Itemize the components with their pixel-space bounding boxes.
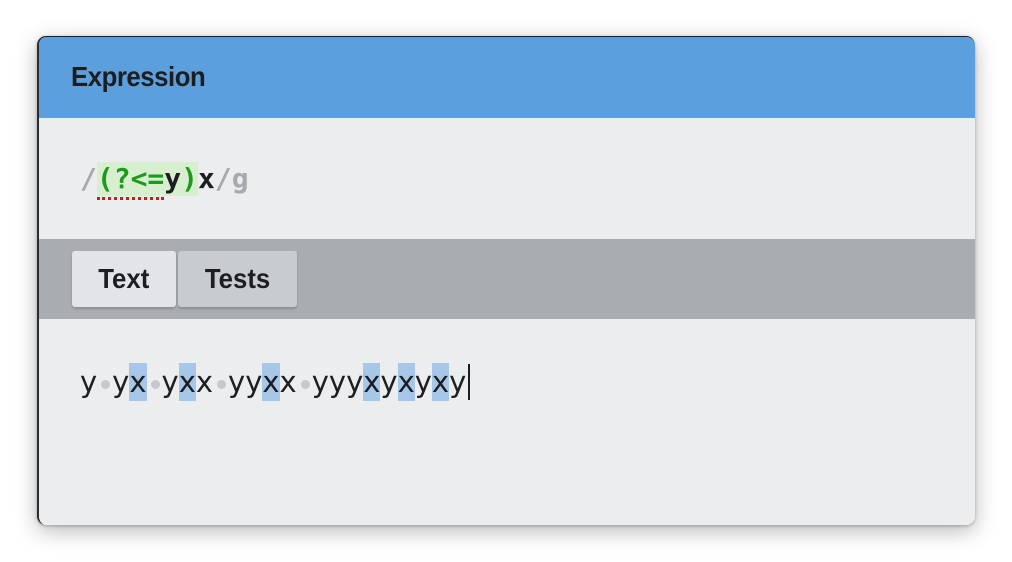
tab-text[interactable]: Text xyxy=(72,251,176,307)
whitespace-marker xyxy=(213,363,228,401)
whitespace-marker xyxy=(97,363,112,401)
text-char: y xyxy=(245,365,263,399)
text-char: y xyxy=(161,365,179,399)
text-char: x xyxy=(195,365,214,399)
tab-tests[interactable]: Tests xyxy=(178,251,297,307)
group-inner-literal: y xyxy=(164,162,182,195)
expression-panel: Expression /(?<=y)x/g Text Tests yyxyxxy… xyxy=(37,36,975,525)
whitespace-marker xyxy=(147,363,162,401)
match-highlight: x xyxy=(363,363,381,401)
text-char: y xyxy=(80,365,98,399)
text-char: y xyxy=(112,365,130,399)
whitespace-marker xyxy=(297,363,312,401)
match-highlight: x xyxy=(129,363,147,401)
text-char: y xyxy=(311,365,329,399)
tab-tests-label: Tests xyxy=(204,263,271,294)
text-char: x xyxy=(279,365,297,399)
lookbehind-group[interactable]: (?<=y) xyxy=(96,162,199,200)
text-caret xyxy=(468,364,471,400)
text-char: y xyxy=(346,365,364,399)
test-text-content[interactable]: yyxyxxyyxxyyyxyxyxy xyxy=(80,363,471,401)
tab-bar: Text Tests xyxy=(39,239,975,319)
tab-text-label: Text xyxy=(98,263,150,294)
match-highlight: x xyxy=(178,363,196,401)
group-close-token: ) xyxy=(181,162,199,195)
literal-token: x xyxy=(198,162,215,195)
open-delimiter: / xyxy=(80,162,97,195)
text-char: y xyxy=(328,365,347,399)
panel-header: Expression xyxy=(39,37,975,118)
group-open-token: (?<= xyxy=(96,162,165,195)
expression-editor[interactable]: /(?<=y)x/g xyxy=(39,118,975,239)
regex-expression[interactable]: /(?<=y)x/g xyxy=(80,162,249,200)
match-highlight: x xyxy=(397,363,415,401)
close-delimiter: / xyxy=(214,162,232,195)
text-char: y xyxy=(380,365,398,399)
text-char: y xyxy=(228,365,246,399)
panel-title: Expression xyxy=(71,61,206,92)
text-char: y xyxy=(414,365,432,399)
lookbehind-token-error: (?<= xyxy=(96,162,165,200)
text-char: y xyxy=(449,365,467,399)
test-text-editor[interactable]: yyxyxxyyxxyyyxyxyxy xyxy=(39,319,975,525)
flags-token[interactable]: g xyxy=(232,162,249,195)
match-highlight: x xyxy=(431,363,450,401)
match-highlight: x xyxy=(262,363,280,401)
